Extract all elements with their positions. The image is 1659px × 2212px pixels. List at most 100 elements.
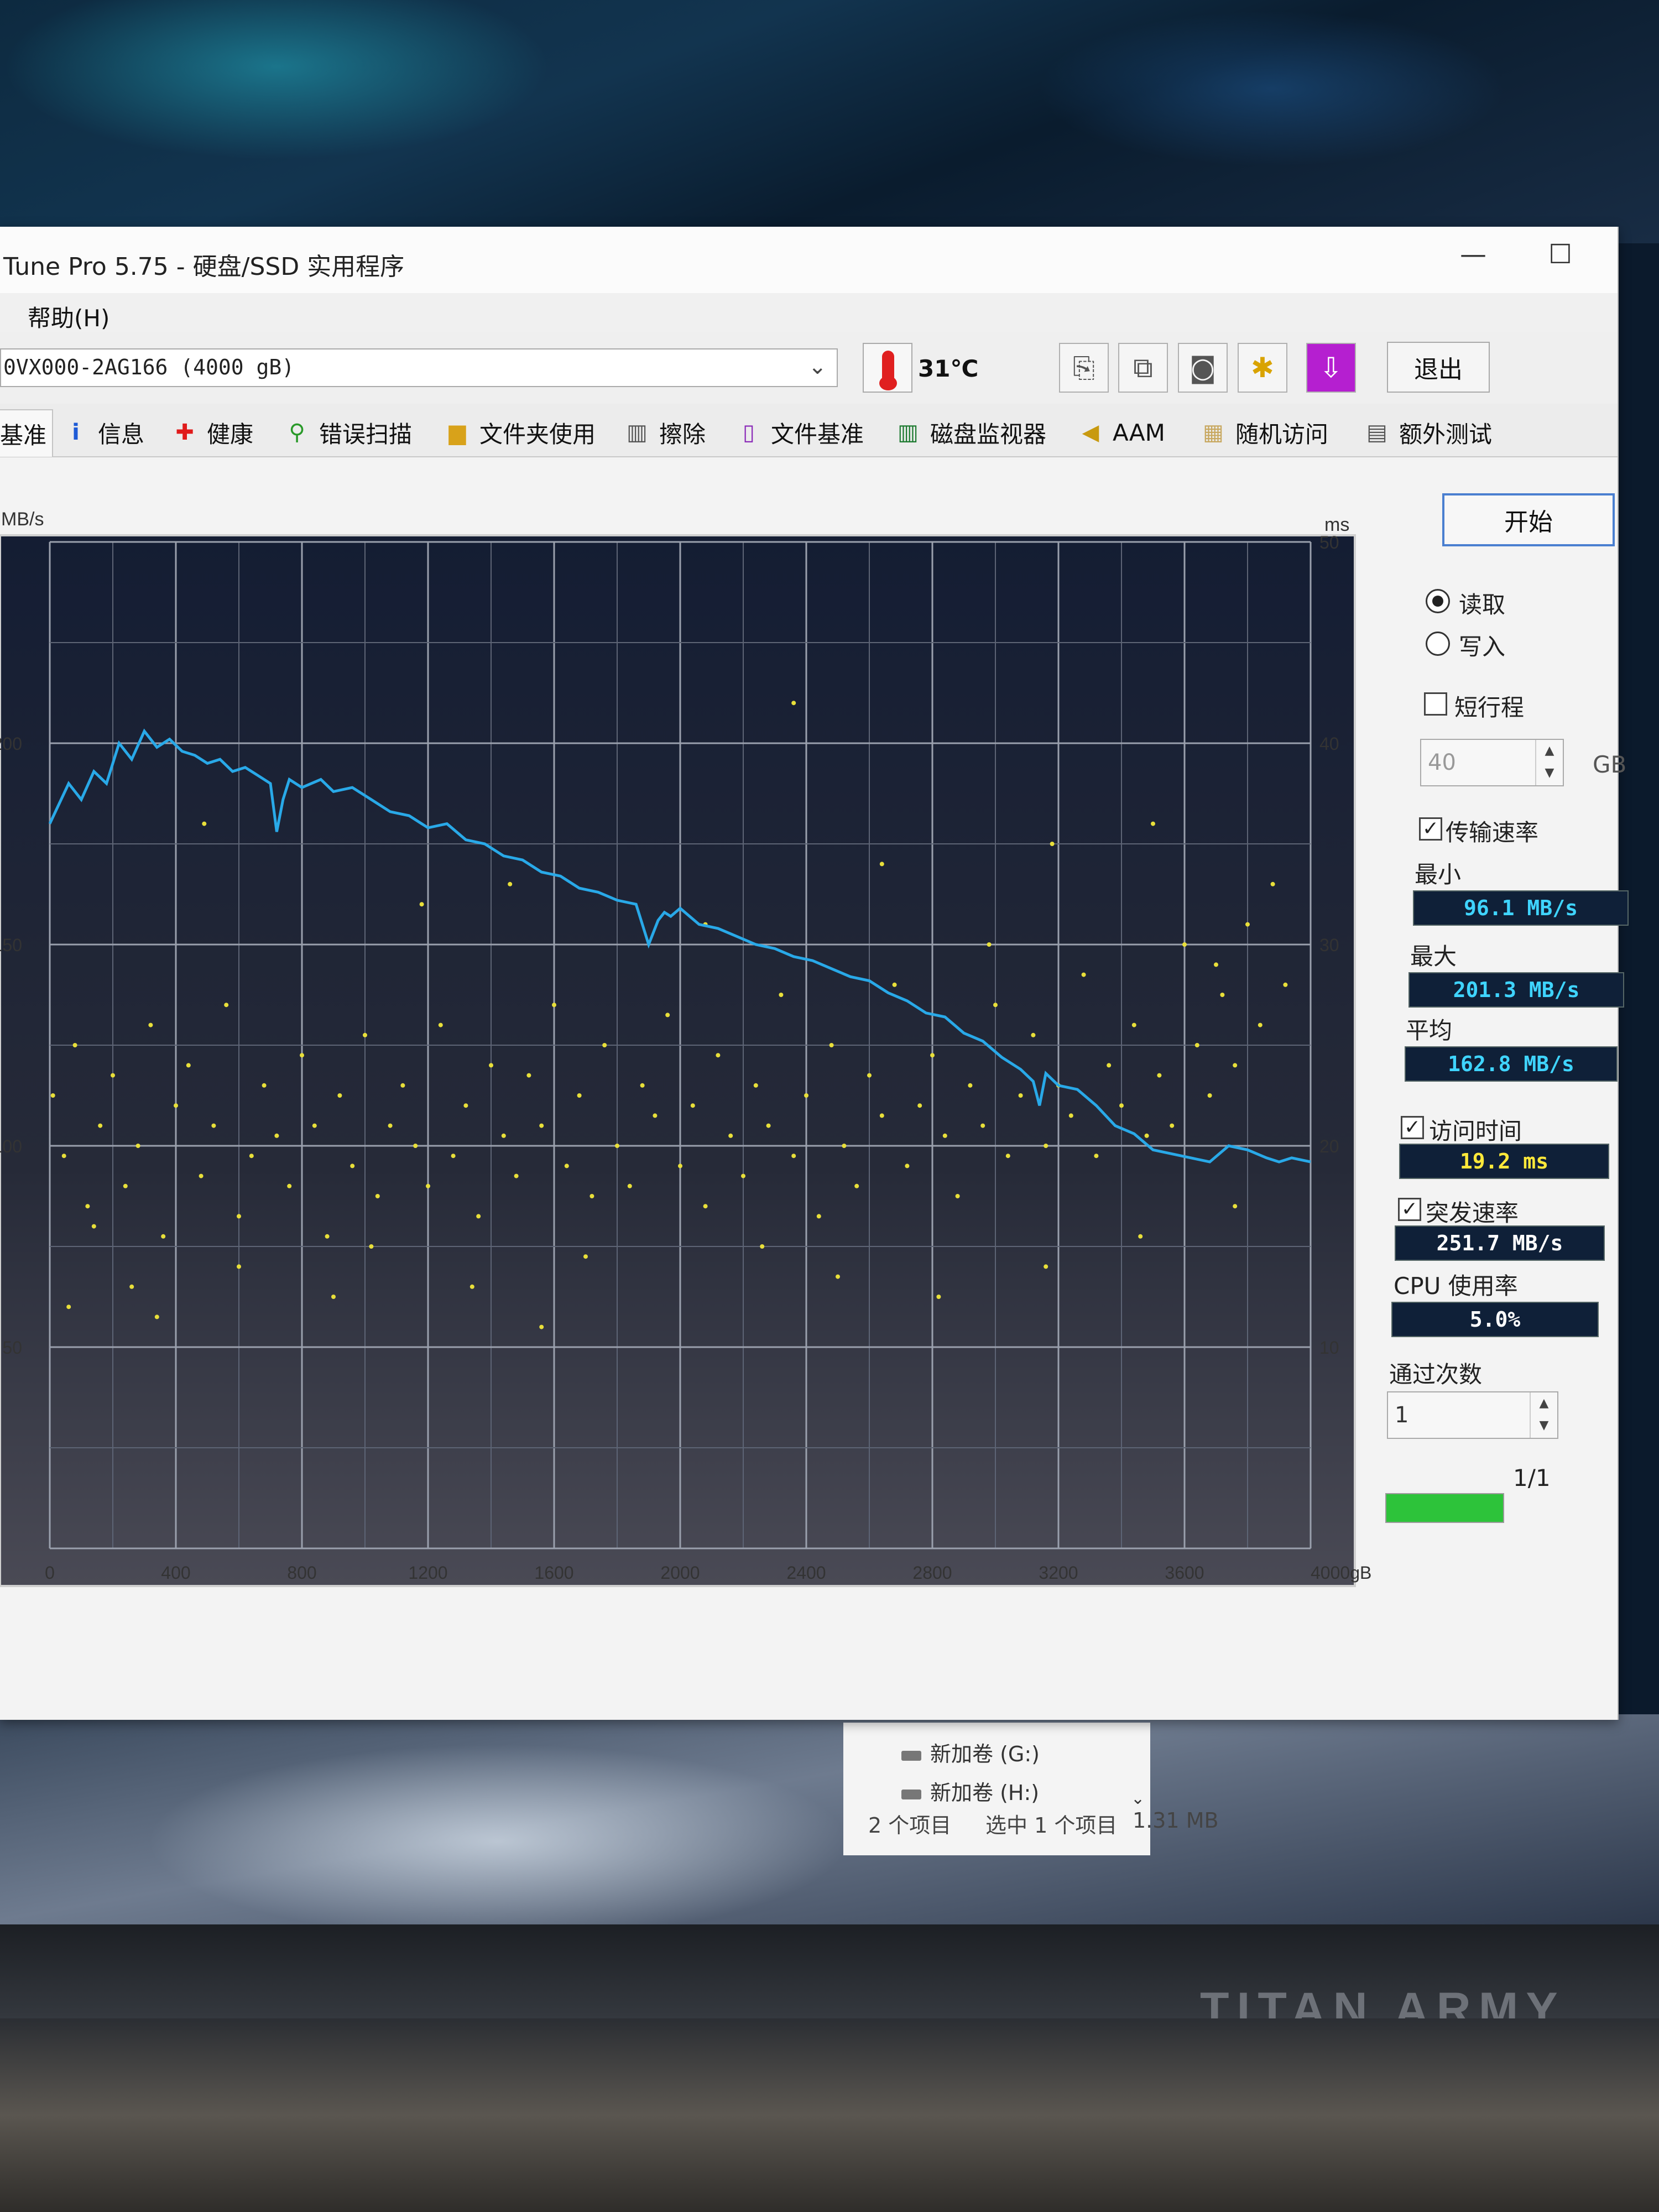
access-time-point <box>237 1214 241 1219</box>
hdtune-window: Tune Pro 5.75 - 硬盘/SSD 实用程序 — ☐ 帮助(H) 0V… <box>0 227 1629 1720</box>
access-time-value: 19.2 ms <box>1399 1144 1609 1179</box>
x-tick-label: 400 <box>161 1563 190 1583</box>
y-right-tick-label: 40 <box>1319 734 1339 754</box>
access-time-point <box>514 1173 519 1178</box>
tab-benchmark[interactable]: 基准 <box>0 409 54 457</box>
access-time-point <box>653 1113 658 1118</box>
transfer-rate-checkbox[interactable]: ✓ <box>1419 817 1442 841</box>
menu-bar: 帮助(H) <box>0 293 1618 332</box>
drive-name: 0VX000-2AG166 (4000 gB) <box>3 355 295 379</box>
tab-erase[interactable]: ▥ 擦除 <box>625 416 706 449</box>
thermometer-icon <box>863 343 912 393</box>
exit-button[interactable]: 退出 <box>1387 342 1490 393</box>
options-icon: ✱ <box>1251 352 1274 384</box>
access-time-point <box>1050 842 1055 846</box>
y-left-tick-label: 150 <box>0 935 22 955</box>
x-tick-label: 1200 <box>408 1563 447 1583</box>
folder-icon: ▆ <box>448 420 466 445</box>
tab-file-benchmark[interactable]: ▯ 文件基准 <box>737 416 864 449</box>
y-left-tick-label: 100 <box>0 1136 22 1156</box>
tab-random-access[interactable]: ▦ 随机访问 <box>1201 416 1328 449</box>
chevron-down-icon[interactable]: ⌄ <box>1131 1789 1145 1808</box>
access-time-point <box>690 1103 695 1108</box>
start-button[interactable]: 开始 <box>1442 493 1615 546</box>
tab-disk-monitor[interactable]: ▥ 磁盘监视器 <box>896 416 1046 449</box>
access-time-point <box>842 1144 847 1148</box>
y-left-tick-label: 50 <box>2 1338 22 1358</box>
access-time-point <box>1157 1073 1162 1078</box>
read-radio[interactable] <box>1426 589 1450 613</box>
benchmark-chart: 0 400 800 1200 1600 2000 2400 2800 3200 3600 4000g… <box>0 503 1383 1665</box>
access-time-point <box>791 1154 796 1159</box>
access-time-point <box>615 1144 619 1148</box>
access-time-point <box>1131 1022 1136 1027</box>
access-time-point <box>300 1053 304 1058</box>
access-time-point <box>129 1284 134 1289</box>
drive-select[interactable]: 0VX000-2AG166 (4000 gB) ⌄ <box>0 348 838 387</box>
spinner-arrows-icon[interactable]: ▲ ▼ <box>1530 1392 1557 1438</box>
tab-info[interactable]: i 信息 <box>64 416 144 449</box>
access-time-point <box>61 1154 66 1159</box>
x-tick-label: 0 <box>45 1563 55 1583</box>
access-time-point <box>1138 1234 1143 1239</box>
access-time-point <box>463 1103 468 1108</box>
download-button[interactable]: ⇩ <box>1306 343 1356 393</box>
access-time-point <box>1094 1154 1099 1159</box>
access-time-point <box>760 1244 765 1249</box>
short-stroke-input[interactable]: 40 ▲ ▼ <box>1420 739 1564 786</box>
access-time-point <box>287 1183 292 1188</box>
access-time-point <box>419 902 424 907</box>
access-time-point <box>369 1244 374 1249</box>
access-time-point <box>174 1103 178 1108</box>
access-time-label: 访问时间 <box>1429 1118 1522 1145</box>
access-time-point <box>50 1093 55 1098</box>
read-label: 读取 <box>1459 591 1506 618</box>
access-time-point <box>766 1123 771 1128</box>
access-time-point <box>993 1003 998 1008</box>
write-radio[interactable] <box>1426 632 1450 656</box>
tab-folder-usage[interactable]: ▆ 文件夹使用 <box>445 416 596 449</box>
access-time-point <box>262 1083 267 1088</box>
access-time-point <box>388 1123 393 1128</box>
access-time-point <box>905 1164 910 1168</box>
short-stroke-checkbox[interactable] <box>1424 692 1447 716</box>
access-time-point <box>1031 1032 1036 1037</box>
minimize-button[interactable]: — <box>1460 239 1486 270</box>
copy-text-icon: ⎘ <box>1073 351 1095 384</box>
access-time-point <box>148 1022 153 1027</box>
y-right-tick-label: 30 <box>1319 935 1339 955</box>
access-time-point <box>199 1173 204 1178</box>
access-time-point <box>508 881 513 886</box>
x-tick-label: 2800 <box>912 1563 952 1583</box>
burst-rate-checkbox[interactable]: ✓ <box>1398 1198 1421 1221</box>
x-tick-label: 1600 <box>534 1563 573 1583</box>
copy-text-button[interactable]: ⎘ <box>1059 343 1109 393</box>
access-time-point <box>1182 942 1187 947</box>
access-time-point <box>678 1164 682 1168</box>
screenshot-button[interactable]: ◙ <box>1178 343 1228 393</box>
progress-text: 1/1 <box>1513 1464 1551 1491</box>
passes-input[interactable]: 1 ▲ ▼ <box>1387 1391 1558 1439</box>
copy-screenshot-button[interactable]: ⧉ <box>1118 343 1168 393</box>
tab-error-scan[interactable]: ⚲ 错误扫描 <box>285 416 412 449</box>
access-time-point <box>854 1183 859 1188</box>
access-time-point <box>489 1063 493 1068</box>
explorer-item-g[interactable]: 新加卷 (G:) <box>901 1737 1040 1767</box>
spinner-arrows-icon[interactable]: ▲ ▼ <box>1535 740 1563 785</box>
maximize-button[interactable]: ☐ <box>1548 239 1572 270</box>
x-tick-label: 3200 <box>1039 1563 1078 1583</box>
tab-aam[interactable]: ◀ AAM <box>1078 416 1165 449</box>
y-right-tick-label: 50 <box>1319 533 1339 552</box>
x-tick-label: 800 <box>287 1563 316 1583</box>
info-icon: i <box>72 420 80 445</box>
min-label: 最小 <box>1415 861 1462 888</box>
access-time-checkbox[interactable]: ✓ <box>1401 1116 1424 1139</box>
tab-health[interactable]: ✚ 健康 <box>173 416 253 449</box>
tab-extra-tests[interactable]: ▤ 额外测试 <box>1365 416 1492 449</box>
progress-bar <box>1385 1493 1504 1523</box>
menu-help[interactable]: 帮助(H) <box>28 300 109 333</box>
benchmark-chart-svg: 0 400 800 1200 1600 2000 2400 2800 3200 3600 4000g… <box>0 509 1371 1587</box>
access-time-point <box>161 1234 166 1239</box>
explorer-item-h[interactable]: 新加卷 (H:) <box>901 1776 1039 1806</box>
options-button[interactable]: ✱ <box>1238 343 1287 393</box>
